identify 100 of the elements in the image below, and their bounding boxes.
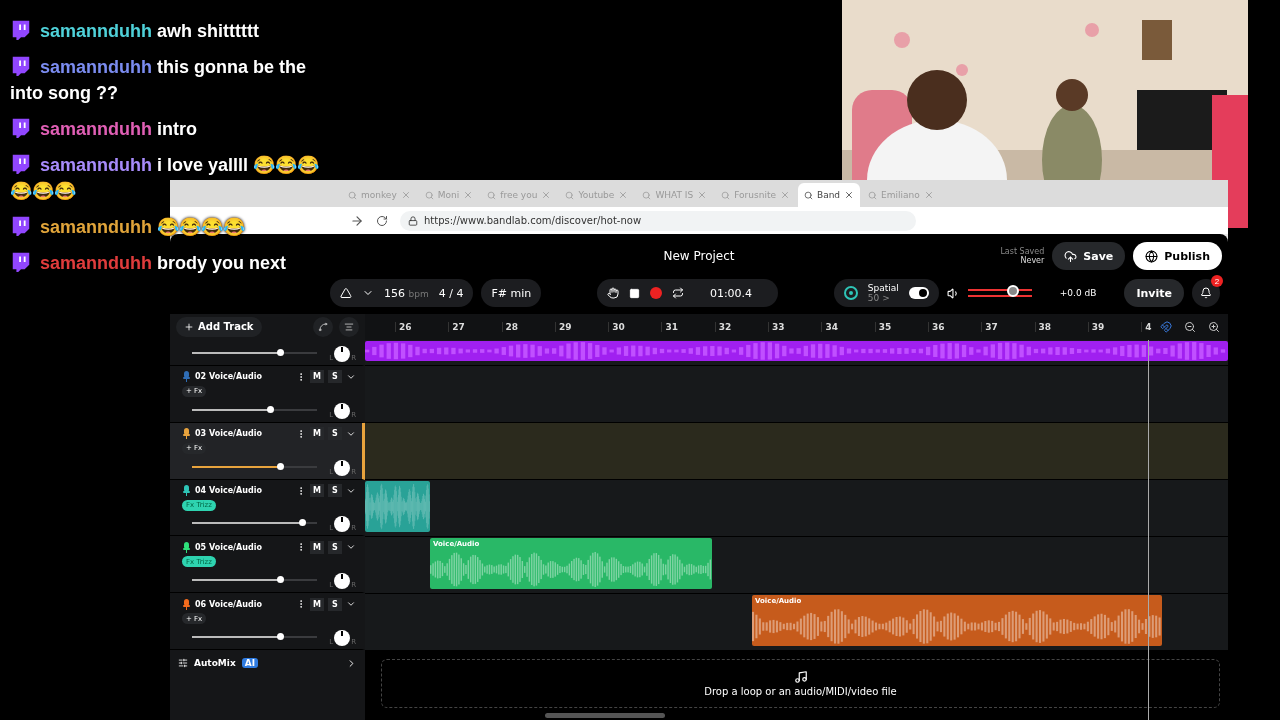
zoom-in-icon[interactable] [1208, 321, 1220, 333]
search-icon [721, 190, 731, 200]
bar-number: 39 [1087, 322, 1142, 332]
solo-button[interactable]: S [328, 370, 342, 384]
chat-badge-icon [10, 215, 32, 237]
bar-number: 26 [395, 322, 449, 332]
metronome-icon[interactable] [340, 287, 352, 299]
slider-thumb[interactable] [299, 519, 306, 527]
stop-icon[interactable] [628, 287, 640, 299]
pan-knob[interactable] [334, 573, 351, 590]
bar-number: 35 [874, 322, 928, 332]
slider-thumb[interactable] [1006, 285, 1019, 297]
chat-badge-icon [10, 19, 32, 41]
align-button[interactable] [339, 316, 359, 337]
track-name: 05 Voice/Audio [195, 542, 263, 552]
zoom-out-icon[interactable] [1184, 321, 1196, 333]
volume-slider[interactable] [192, 351, 317, 354]
mute-button[interactable]: M [310, 370, 324, 384]
time-signature[interactable]: 4 / 4 [438, 286, 464, 300]
track-name: 06 Voice/Audio [195, 599, 263, 609]
mute-button[interactable]: M [310, 484, 324, 498]
pan-knob[interactable] [334, 630, 351, 647]
browser-tab[interactable]: Band [797, 183, 861, 207]
chat-badge-icon [10, 153, 32, 175]
save-button[interactable]: Save [1052, 242, 1126, 270]
lock-icon [408, 215, 418, 226]
volume-slider[interactable] [192, 636, 317, 639]
bar-number: 29 [554, 322, 609, 332]
bell-icon [1200, 287, 1212, 299]
spatial-toggle[interactable] [908, 287, 929, 299]
bar-number: 34 [821, 322, 875, 332]
bar-number: 36 [927, 322, 982, 332]
solo-button[interactable]: S [328, 427, 342, 441]
solo-button[interactable]: S [328, 540, 342, 554]
track-name: 04 Voice/Audio [195, 486, 263, 496]
chat-message: samannduhh brody you next [10, 250, 287, 276]
publish-button[interactable]: Publish [1133, 242, 1222, 270]
pan-knob[interactable] [334, 516, 351, 533]
tempo-value[interactable]: 156 bpm [384, 286, 429, 300]
slider-thumb[interactable] [276, 576, 284, 584]
align-icon [344, 321, 354, 332]
music-note-icon [793, 670, 808, 684]
drop-hint: Drop a loop or an audio/MIDI/video file [704, 686, 897, 697]
automation-button[interactable] [313, 316, 333, 337]
bar-number: 37 [981, 322, 1035, 332]
record-icon[interactable] [649, 287, 662, 299]
pan-knob[interactable] [334, 402, 351, 419]
mute-button[interactable]: M [310, 540, 324, 554]
spatial-icon [843, 286, 858, 300]
magnet-icon[interactable] [1160, 321, 1172, 333]
bar-number: 30 [608, 322, 662, 332]
pan-knob[interactable] [334, 459, 351, 476]
bar-number: 31 [661, 322, 715, 332]
forward-icon[interactable] [350, 213, 364, 228]
volume-slider[interactable] [192, 579, 317, 582]
volume-slider[interactable] [192, 465, 317, 468]
search-icon [642, 190, 652, 200]
globe-icon [1145, 249, 1159, 263]
add-track-button[interactable]: Add Track [176, 316, 262, 337]
search-icon [868, 190, 878, 200]
chat-message: samannduhh awh shitttttt [10, 18, 259, 44]
pan-knob[interactable] [334, 345, 351, 362]
chat-message: samannduhh this gonna be the into song ?? [10, 54, 308, 105]
hand-icon[interactable] [606, 287, 619, 299]
cloud-icon [1064, 249, 1078, 263]
curve-icon [318, 321, 328, 332]
bar-number: 38 [1034, 322, 1088, 332]
reload-icon[interactable] [376, 214, 388, 227]
search-icon [424, 190, 434, 200]
chat-badge-icon [10, 117, 32, 139]
chat-message: samannduhh i love yallll 😂😂😂😂😂😂 [10, 152, 321, 203]
solo-button[interactable]: S [328, 597, 342, 611]
volume-slider[interactable] [192, 522, 317, 525]
close-icon[interactable] [844, 190, 855, 200]
plus-icon [184, 321, 194, 332]
chat-message: samannduhh intro [10, 116, 198, 142]
audio-clip[interactable] [365, 341, 1228, 361]
sliders-icon [178, 658, 188, 669]
loop-icon[interactable] [671, 287, 684, 299]
volume-slider[interactable] [192, 408, 317, 411]
solo-button[interactable]: S [328, 484, 342, 498]
notification-count: 2 [1211, 275, 1223, 287]
chat-badge-icon [10, 251, 32, 273]
last-saved: Last Saved Never [1000, 247, 1045, 265]
project-title: New Project [663, 249, 735, 263]
mute-button[interactable]: M [310, 597, 324, 611]
slider-thumb[interactable] [266, 405, 274, 413]
address-bar[interactable]: https://www.bandlab.com/discover/hot-now [400, 210, 916, 231]
scrollbar[interactable] [545, 713, 665, 718]
mute-button[interactable]: M [310, 427, 324, 441]
slider-thumb[interactable] [276, 633, 284, 641]
drop-zone[interactable]: Drop a loop or an audio/MIDI/video file [381, 659, 1220, 708]
invite-button[interactable]: Invite [1124, 279, 1184, 307]
speaker-icon[interactable] [946, 286, 960, 300]
slider-thumb[interactable] [276, 462, 284, 470]
search-icon [348, 190, 357, 200]
slider-thumb[interactable] [276, 348, 284, 356]
search-icon [565, 190, 575, 200]
audio-clip[interactable] [365, 481, 430, 532]
time-display: 01:00.4 [708, 286, 754, 300]
